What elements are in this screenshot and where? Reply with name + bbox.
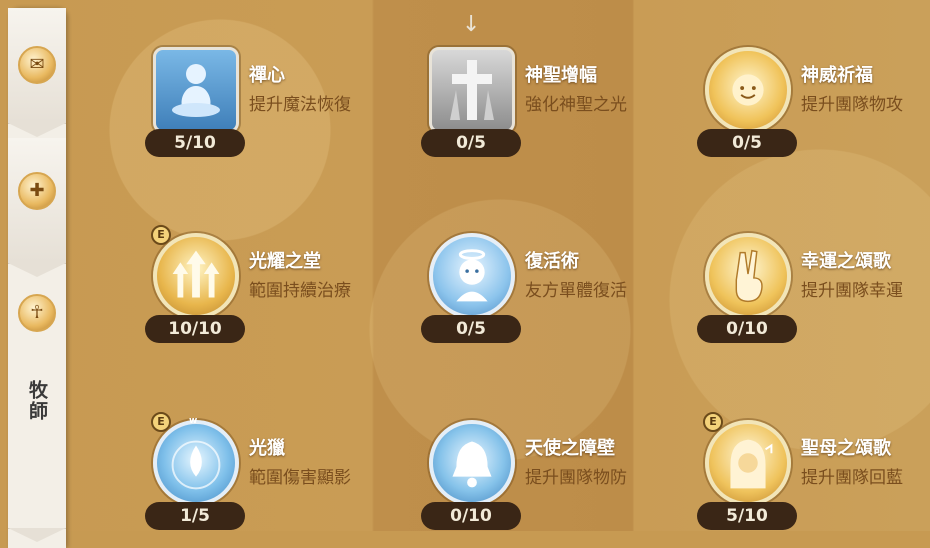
sidebar-tab-1[interactable]: ✉ <box>8 8 66 137</box>
skill-level: 10/10 <box>145 315 245 343</box>
skill-desc: 提升團隊幸運 <box>801 281 903 301</box>
skill-slot-3[interactable]: 0/5 神威祈福 提升團隊物攻 <box>697 47 930 167</box>
skill-level: 0/5 <box>421 315 521 343</box>
corner-mark: w <box>189 416 198 426</box>
skill-name: 禪心 <box>249 65 285 86</box>
skill-name: 幸運之頌歌 <box>801 251 891 272</box>
scroll-icon: ✉ <box>18 46 56 84</box>
skill-level: 5/10 <box>697 502 797 530</box>
madonna-icon <box>705 420 791 506</box>
class-sidebar: ✉ ✚ ☥ 牧師 <box>8 8 66 548</box>
bell-icon <box>429 420 515 506</box>
skill-slot-6[interactable]: 0/10 幸運之頌歌 提升團隊幸運 <box>697 233 930 353</box>
skill-slot-4[interactable]: E 10/10 光耀之堂 範圍持續治療 <box>145 225 413 353</box>
equipped-badge: E <box>703 412 723 432</box>
angel-halo-icon <box>429 233 515 319</box>
skill-name: 天使之障壁 <box>525 438 615 459</box>
skill-name: 復活術 <box>525 251 579 272</box>
skill-level: 0/10 <box>697 315 797 343</box>
class-label: 牧師 <box>26 380 48 422</box>
rising-arrows-icon <box>153 233 239 319</box>
skill-slot-7[interactable]: E w 1/5 光獵 範圍傷害顯影 <box>145 412 413 540</box>
skill-slot-5[interactable]: 0/5 復活術 友方單體復活 <box>421 233 689 353</box>
cross-emblem-icon: ✚ <box>18 172 56 210</box>
skill-desc: 提升團隊物防 <box>525 468 627 488</box>
skill-desc: 提升團隊回藍 <box>801 468 903 488</box>
skill-level: 1/5 <box>145 502 245 530</box>
skill-name: 神聖增幅 <box>525 65 597 86</box>
victory-hand-icon <box>705 233 791 319</box>
skill-slot-2[interactable]: 0/5 神聖增幅 強化神聖之光 <box>421 47 689 167</box>
sidebar-tab-2[interactable]: ✚ <box>8 138 66 277</box>
blessing-face-icon <box>705 47 791 133</box>
skill-level: 0/10 <box>421 502 521 530</box>
skill-level: 0/5 <box>421 129 521 157</box>
skill-desc: 友方單體復活 <box>525 281 627 301</box>
holy-symbol-icon: ☥ <box>18 294 56 332</box>
skill-name: 聖母之頌歌 <box>801 438 891 459</box>
light-drop-icon <box>153 420 239 506</box>
skill-level: 5/10 <box>145 129 245 157</box>
skill-slot-9[interactable]: E 5/10 聖母之頌歌 提升團隊回藍 <box>697 412 930 540</box>
skill-name: 神威祈福 <box>801 65 873 86</box>
skill-desc: 強化神聖之光 <box>525 95 627 115</box>
skill-name: 光獵 <box>249 438 285 459</box>
skill-level: 0/5 <box>697 129 797 157</box>
skill-desc: 提升團隊物攻 <box>801 95 903 115</box>
skill-desc: 範圍傷害顯影 <box>249 468 351 488</box>
equipped-badge: E <box>151 225 171 245</box>
skill-name: 光耀之堂 <box>249 251 321 272</box>
skill-slot-1[interactable]: 5/10 禪心 提升魔法恢復 <box>145 47 413 167</box>
down-arrow-icon: ↓ <box>462 12 481 37</box>
skill-desc: 提升魔法恢復 <box>249 95 351 115</box>
equipped-badge: E <box>151 412 171 432</box>
skill-slot-8[interactable]: 0/10 天使之障壁 提升團隊物防 <box>421 420 689 540</box>
skill-desc: 範圍持續治療 <box>249 281 351 301</box>
meditation-icon <box>153 47 239 133</box>
holy-cross-icon <box>429 47 515 133</box>
